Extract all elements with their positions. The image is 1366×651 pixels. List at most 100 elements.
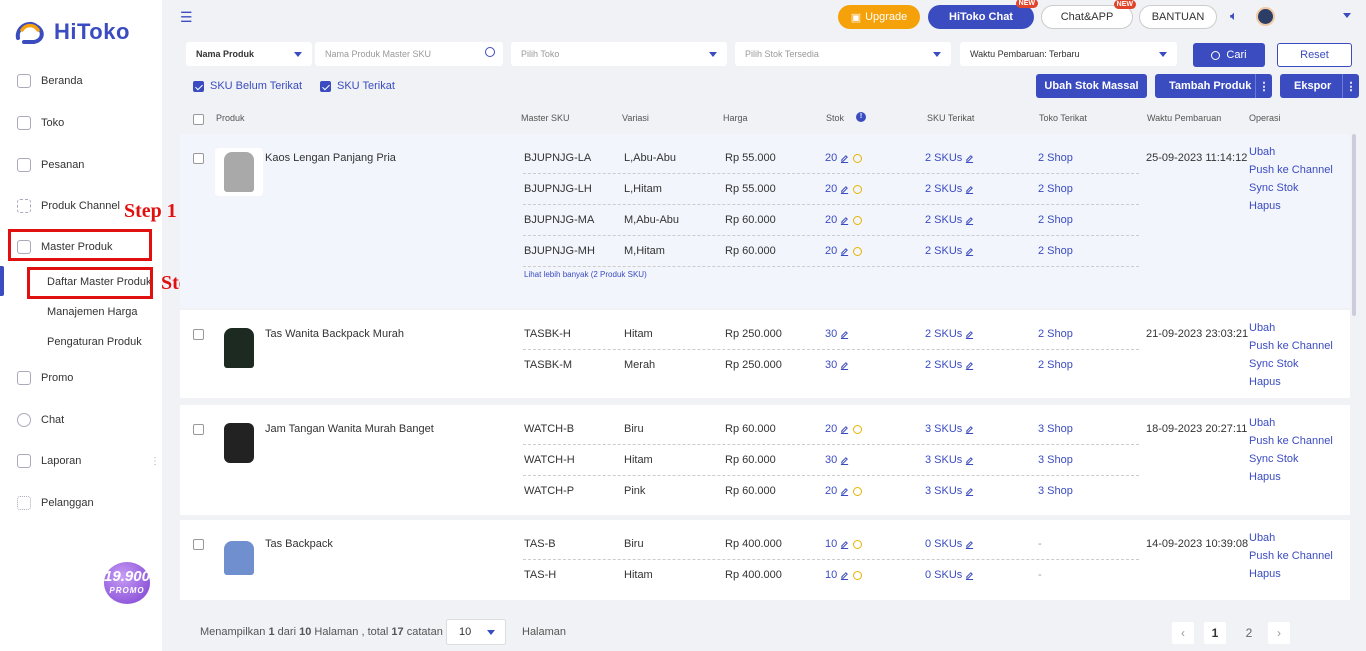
edit-icon[interactable] <box>965 185 974 194</box>
ekspor-button[interactable]: Ekspor ⋮ <box>1280 74 1359 98</box>
sku-terikat-cell[interactable]: 2 SKUs <box>925 152 974 164</box>
operasi-link[interactable]: Ubah <box>1249 532 1275 544</box>
toko-terikat-link[interactable]: 2 Shop <box>1038 245 1073 257</box>
page-button[interactable]: 1 <box>1204 622 1226 644</box>
operasi-link[interactable]: Hapus <box>1249 200 1281 212</box>
row-checkbox[interactable] <box>193 424 204 435</box>
sidebar-item-laporan[interactable]: Laporan ⋮ <box>0 444 162 478</box>
sku-terikat-cell[interactable]: 3 SKUs <box>925 454 974 466</box>
sku-terikat-cell[interactable]: 3 SKUs <box>925 485 974 497</box>
avatar[interactable] <box>1256 7 1275 26</box>
toko-terikat-link[interactable]: 2 Shop <box>1038 214 1073 226</box>
stok-cell[interactable]: 30 <box>825 328 849 340</box>
more-vertical-icon[interactable]: ⋮ <box>1342 74 1359 98</box>
page-size-select[interactable]: 10 <box>446 619 506 645</box>
account-dropdown-icon[interactable] <box>1343 13 1351 18</box>
product-thumbnail[interactable] <box>215 148 263 196</box>
coin-icon[interactable] <box>853 486 863 496</box>
stok-cell[interactable]: 20 <box>825 485 863 497</box>
hitoko-chat-button[interactable]: HiToko Chat NEW <box>928 0 1038 29</box>
select-all-checkbox[interactable] <box>193 114 204 125</box>
sidebar-item-pelanggan[interactable]: Pelanggan <box>0 486 162 520</box>
sku-terikat-checkbox[interactable]: SKU Terikat <box>320 80 395 92</box>
operasi-link[interactable]: Push ke Channel <box>1249 164 1333 176</box>
sku-terikat-cell[interactable]: 2 SKUs <box>925 245 974 257</box>
operasi-link[interactable]: Sync Stok <box>1249 358 1299 370</box>
stok-cell[interactable]: 20 <box>825 423 863 435</box>
scrollbar[interactable] <box>1352 134 1356 316</box>
sku-terikat-cell[interactable]: 2 SKUs <box>925 183 974 195</box>
operasi-link[interactable]: Sync Stok <box>1249 182 1299 194</box>
edit-icon[interactable] <box>965 154 974 163</box>
sku-terikat-cell[interactable]: 3 SKUs <box>925 423 974 435</box>
edit-icon[interactable] <box>965 247 974 256</box>
stok-cell[interactable]: 20 <box>825 245 863 257</box>
search-input[interactable]: Nama Produk Master SKU <box>315 42 503 66</box>
product-name[interactable]: Tas Backpack <box>265 538 333 550</box>
sku-terikat-cell[interactable]: 0 SKUs <box>925 569 974 581</box>
coin-icon[interactable] <box>853 153 863 163</box>
edit-icon[interactable] <box>965 487 974 496</box>
sidebar-item-promo[interactable]: Promo <box>0 361 162 395</box>
operasi-link[interactable]: Hapus <box>1249 568 1281 580</box>
logo[interactable]: HiToko <box>14 18 130 46</box>
operasi-link[interactable]: Push ke Channel <box>1249 435 1333 447</box>
prev-page-button[interactable]: ‹ <box>1172 622 1194 644</box>
stok-cell[interactable]: 10 <box>825 569 863 581</box>
page-button[interactable]: 2 <box>1238 622 1260 644</box>
stok-cell[interactable]: 20 <box>825 152 863 164</box>
edit-icon[interactable] <box>840 247 849 256</box>
coin-icon[interactable] <box>853 539 863 549</box>
stok-cell[interactable]: 10 <box>825 538 863 550</box>
coin-icon[interactable] <box>853 246 863 256</box>
operasi-link[interactable]: Ubah <box>1249 146 1275 158</box>
speaker-icon[interactable]: 🔈︎ <box>1230 8 1238 24</box>
operasi-link[interactable]: Push ke Channel <box>1249 340 1333 352</box>
row-checkbox[interactable] <box>193 539 204 550</box>
search-field-select[interactable]: Nama Produk <box>186 42 312 66</box>
toko-terikat-link[interactable]: 3 Shop <box>1038 485 1073 497</box>
sidebar-subitem-pengaturan-produk[interactable]: Pengaturan Produk <box>47 336 142 348</box>
edit-icon[interactable] <box>840 425 849 434</box>
ubah-stok-massal-button[interactable]: Ubah Stok Massal <box>1036 74 1147 98</box>
edit-icon[interactable] <box>965 571 974 580</box>
operasi-link[interactable]: Ubah <box>1249 322 1275 334</box>
promo-badge[interactable]: 19.900 PROMO <box>104 562 150 604</box>
more-vertical-icon[interactable]: ⋮ <box>1255 74 1272 98</box>
toko-select[interactable]: Pilih Toko <box>511 42 727 66</box>
tambah-produk-button[interactable]: Tambah Produk ⋮ <box>1155 74 1272 98</box>
edit-icon[interactable] <box>965 216 974 225</box>
coin-icon[interactable] <box>853 215 863 225</box>
toko-terikat-link[interactable]: 2 Shop <box>1038 183 1073 195</box>
edit-icon[interactable] <box>965 330 974 339</box>
toko-terikat-link[interactable]: 2 Shop <box>1038 359 1073 371</box>
product-thumbnail[interactable] <box>215 324 263 372</box>
stok-cell[interactable]: 20 <box>825 214 863 226</box>
sku-terikat-cell[interactable]: 2 SKUs <box>925 328 974 340</box>
bantuan-button[interactable]: BANTUAN <box>1139 5 1217 29</box>
toko-terikat-link[interactable]: 3 Shop <box>1038 423 1073 435</box>
edit-icon[interactable] <box>840 456 849 465</box>
sku-terikat-cell[interactable]: 0 SKUs <box>925 538 974 550</box>
cari-button[interactable]: Cari <box>1193 43 1265 67</box>
operasi-link[interactable]: Hapus <box>1249 376 1281 388</box>
sidebar-item-pesanan[interactable]: Pesanan <box>0 148 162 182</box>
stok-cell[interactable]: 30 <box>825 454 849 466</box>
sidebar-item-chat[interactable]: Chat <box>0 403 162 437</box>
edit-icon[interactable] <box>965 425 974 434</box>
edit-icon[interactable] <box>840 216 849 225</box>
edit-icon[interactable] <box>965 456 974 465</box>
sidebar-item-toko[interactable]: Toko <box>0 106 162 140</box>
lihat-lebih-banyak-link[interactable]: Lihat lebih banyak (2 Produk SKU) <box>524 270 647 279</box>
info-icon[interactable]: ! <box>856 112 866 122</box>
sku-terikat-cell[interactable]: 2 SKUs <box>925 214 974 226</box>
edit-icon[interactable] <box>840 571 849 580</box>
operasi-link[interactable]: Push ke Channel <box>1249 550 1333 562</box>
edit-icon[interactable] <box>840 330 849 339</box>
sort-select[interactable]: Waktu Pembaruan: Terbaru <box>960 42 1177 66</box>
row-checkbox[interactable] <box>193 329 204 340</box>
sidebar-subitem-manajemen-harga[interactable]: Manajemen Harga <box>47 306 138 318</box>
product-thumbnail[interactable] <box>215 419 263 467</box>
stok-select[interactable]: Pilih Stok Tersedia <box>735 42 951 66</box>
toko-terikat-link[interactable]: 2 Shop <box>1038 328 1073 340</box>
